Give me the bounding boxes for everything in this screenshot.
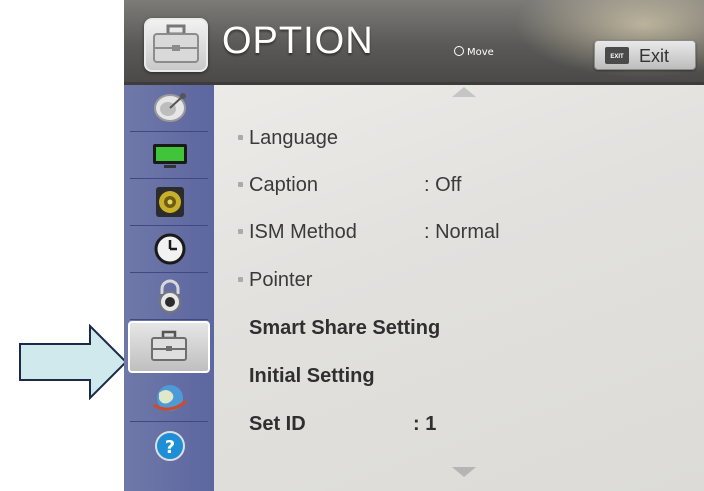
bullet-icon (238, 229, 243, 234)
menu-item-caption[interactable]: Caption : Off (238, 170, 698, 200)
exit-button-label: Exit (639, 46, 670, 66)
menu-item-value: : Off (424, 174, 462, 196)
exit-button[interactable]: EXIT Exit (594, 40, 696, 70)
sidebar-item-audio[interactable] (130, 179, 208, 226)
menu-item-value: : 1 (413, 413, 437, 435)
menu-item-pointer[interactable]: Pointer (238, 265, 698, 295)
scroll-up-arrow-icon[interactable] (452, 87, 476, 97)
option-menu-panel: Language Caption : Off ISM Method : Norm… (214, 85, 704, 491)
menu-item-smart-share-setting[interactable]: Smart Share Setting (238, 313, 698, 343)
sidebar-item-option[interactable] (128, 321, 210, 373)
menu-item-label: Initial Setting (249, 365, 375, 387)
toolbox-icon (151, 330, 187, 361)
menu-item-label: ISM Method (249, 221, 357, 243)
move-hint: Move (454, 46, 494, 58)
menu-item-value: : Normal (424, 221, 500, 243)
menu-item-label: Pointer (249, 269, 313, 291)
sidebar-item-picture[interactable] (130, 132, 208, 179)
navigation-icon (454, 46, 464, 56)
menu-item-label: Set ID (249, 413, 306, 435)
help-icon: ? (155, 431, 185, 461)
scroll-down-arrow-icon[interactable] (452, 467, 476, 477)
sidebar-item-network[interactable] (130, 375, 208, 422)
page: OPTION Move EXIT Exit ? Language Caption… (0, 0, 704, 491)
header-bar: OPTION Move EXIT Exit (124, 0, 704, 85)
sidebar-item-support[interactable]: ? (130, 422, 208, 468)
menu-item-label: Language (249, 127, 338, 149)
menu-item-ism-method[interactable]: ISM Method : Normal (238, 217, 698, 247)
sidebar-item-time[interactable] (130, 226, 208, 273)
move-hint-label: Move (467, 47, 494, 58)
menu-item-set-id[interactable]: Set ID : 1 (238, 409, 698, 439)
menu-item-language[interactable]: Language (238, 123, 698, 153)
arrow-pointer-icon (19, 324, 128, 400)
menu-item-label: Caption (249, 174, 318, 196)
speaker-icon (156, 187, 184, 217)
svg-text:?: ? (165, 437, 175, 458)
sidebar-item-lock[interactable] (130, 273, 208, 320)
bullet-icon (238, 277, 243, 282)
toolbox-header-icon (144, 18, 208, 72)
menu-item-initial-setting[interactable]: Initial Setting (238, 361, 698, 391)
exit-key-label: EXIT (610, 54, 624, 60)
network-globe-icon (153, 385, 187, 411)
lock-icon (159, 279, 181, 313)
bullet-icon (238, 135, 243, 140)
clock-icon (154, 233, 186, 265)
toolbox-icon (153, 24, 199, 63)
menu-item-label: Smart Share Setting (249, 317, 441, 339)
page-title: OPTION (222, 20, 374, 62)
category-sidebar: ? (124, 85, 214, 491)
exit-key-icon: EXIT (605, 47, 629, 64)
bullet-icon (238, 182, 243, 187)
satellite-icon (154, 93, 186, 122)
sidebar-item-satellite[interactable] (130, 85, 208, 132)
tv-picture-icon (153, 144, 187, 168)
tv-screen: OPTION Move EXIT Exit ? Language Caption… (124, 0, 704, 491)
